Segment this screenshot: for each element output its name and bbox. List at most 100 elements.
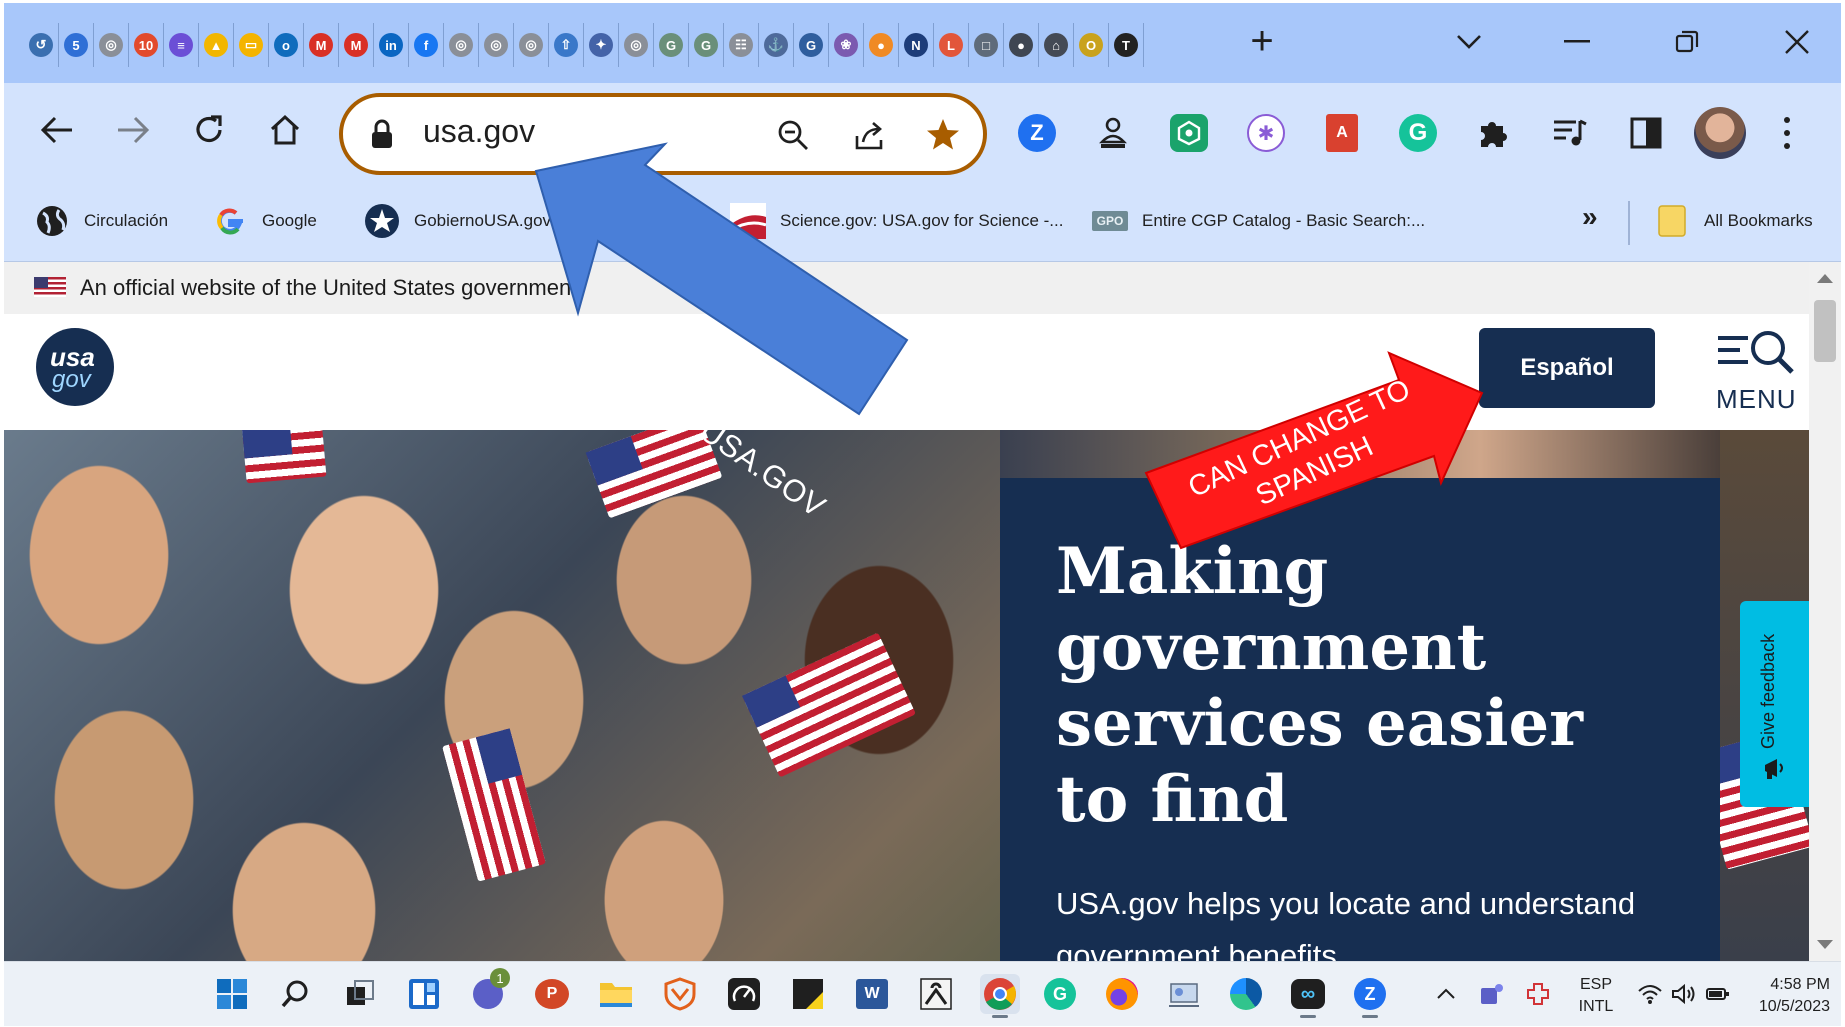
close-window-button[interactable] bbox=[1772, 17, 1822, 67]
reload-button[interactable] bbox=[184, 105, 234, 155]
espanol-button[interactable]: Español bbox=[1479, 328, 1655, 408]
pdf-extension-button[interactable]: A bbox=[1320, 111, 1364, 155]
clock[interactable]: 4:58 PM 10/5/2023 bbox=[1744, 974, 1830, 1018]
cloud-tray-button[interactable] bbox=[1518, 974, 1558, 1014]
reading-list-icon bbox=[1554, 119, 1587, 146]
pinned-tab[interactable]: N bbox=[899, 23, 934, 67]
bookmark-google[interactable]: Google bbox=[212, 201, 317, 241]
bookmark-cgp-catalog[interactable]: GPO Entire CGP Catalog - Basic Search:..… bbox=[1092, 201, 1425, 241]
reader-app-button[interactable] bbox=[916, 974, 956, 1014]
bookmark-gobiernousa[interactable]: GobiernoUSA.gov bbox=[364, 201, 551, 241]
powerpoint-button[interactable]: P bbox=[532, 974, 572, 1014]
puzzle-circle-extension-button[interactable]: ✱ bbox=[1244, 111, 1288, 155]
restore-button[interactable] bbox=[1662, 17, 1712, 67]
browser-menu-button[interactable] bbox=[1772, 105, 1802, 161]
kiosk-app-button[interactable] bbox=[1164, 974, 1204, 1014]
pinned-tab[interactable]: ⚓ bbox=[759, 23, 794, 67]
tab-search-button[interactable] bbox=[1444, 17, 1494, 67]
reading-list-button[interactable] bbox=[1548, 111, 1592, 155]
pinned-tab[interactable]: ◎ bbox=[619, 23, 654, 67]
pinned-tab[interactable]: ☷ bbox=[724, 23, 759, 67]
scroll-up-arrow-icon[interactable] bbox=[1817, 274, 1833, 283]
give-feedback-tab[interactable]: Give feedback bbox=[1740, 601, 1809, 807]
pinned-tab[interactable]: ⌂ bbox=[1039, 23, 1074, 67]
pinned-tab[interactable]: 5 bbox=[59, 23, 94, 67]
pinned-tab[interactable]: ⇧ bbox=[549, 23, 584, 67]
sticky-notes-button[interactable] bbox=[788, 974, 828, 1014]
pinned-tab[interactable]: ▭ bbox=[234, 23, 269, 67]
windows-start-button[interactable] bbox=[212, 974, 252, 1014]
zoom-extension-button[interactable]: Z bbox=[1015, 111, 1059, 155]
grammarly-button[interactable]: G bbox=[1040, 974, 1080, 1014]
pinned-tab[interactable]: ◎ bbox=[479, 23, 514, 67]
pinned-tab[interactable]: T bbox=[1109, 23, 1144, 67]
reader-icon bbox=[920, 978, 952, 1010]
task-view-button[interactable] bbox=[340, 974, 380, 1014]
grammarly-extension-button[interactable]: G bbox=[1396, 111, 1440, 155]
restore-icon bbox=[1675, 30, 1699, 53]
pinned-tab[interactable]: O bbox=[1074, 23, 1109, 67]
pinned-tab[interactable]: ● bbox=[864, 23, 899, 67]
speedometer-app-button[interactable] bbox=[724, 974, 764, 1014]
pinned-tab[interactable]: M bbox=[304, 23, 339, 67]
pinned-tab[interactable]: f bbox=[409, 23, 444, 67]
chrome-button[interactable] bbox=[980, 974, 1020, 1018]
side-panel-button[interactable] bbox=[1624, 111, 1668, 155]
url-text[interactable]: usa.gov bbox=[423, 113, 535, 150]
pinned-tab[interactable]: ● bbox=[1004, 23, 1039, 67]
shield-app-button[interactable] bbox=[660, 974, 700, 1014]
pinned-tab[interactable]: ▲ bbox=[199, 23, 234, 67]
share-button[interactable] bbox=[848, 113, 892, 157]
zoom-app-button[interactable]: Z bbox=[1350, 974, 1390, 1018]
edge-button[interactable] bbox=[1226, 974, 1266, 1014]
copilot-button[interactable]: ∞ bbox=[1288, 974, 1328, 1018]
pinned-tab[interactable]: ≡ bbox=[164, 23, 199, 67]
scroll-down-arrow-icon[interactable] bbox=[1817, 940, 1833, 949]
bookmark-star-button[interactable] bbox=[921, 113, 965, 157]
profile-avatar[interactable] bbox=[1694, 107, 1746, 159]
pinned-tab[interactable]: L bbox=[934, 23, 969, 67]
word-button[interactable]: W bbox=[852, 974, 892, 1014]
pinned-tab[interactable]: G bbox=[794, 23, 829, 67]
bookmark-circulacion[interactable]: Circulación bbox=[34, 201, 168, 241]
pinned-tab[interactable]: ❀ bbox=[829, 23, 864, 67]
pinned-tab[interactable]: M bbox=[339, 23, 374, 67]
minimize-button[interactable] bbox=[1552, 17, 1602, 67]
bookmarks-overflow-button[interactable]: » bbox=[1582, 201, 1598, 233]
teams-chat-button[interactable]: 1 bbox=[468, 968, 510, 1014]
pinned-tab[interactable]: ↺ bbox=[24, 23, 59, 67]
firefox-button[interactable] bbox=[1102, 974, 1142, 1014]
pinned-tab[interactable]: ✦ bbox=[584, 23, 619, 67]
pinned-tab[interactable]: o bbox=[269, 23, 304, 67]
home-button[interactable] bbox=[260, 105, 310, 155]
forward-button[interactable] bbox=[108, 105, 158, 155]
pinned-tab[interactable]: G bbox=[689, 23, 724, 67]
page-scrollbar[interactable] bbox=[1809, 262, 1841, 961]
file-explorer-button[interactable] bbox=[596, 974, 636, 1014]
hexagon-extension-button[interactable] bbox=[1167, 111, 1211, 155]
pinned-tab[interactable]: ◎ bbox=[444, 23, 479, 67]
pinned-tab[interactable]: □ bbox=[969, 23, 1004, 67]
scroll-thumb[interactable] bbox=[1814, 300, 1836, 362]
pinned-tab[interactable]: G bbox=[654, 23, 689, 67]
pinned-tab[interactable]: ◎ bbox=[94, 23, 129, 67]
pinned-tab[interactable]: 10 bbox=[129, 23, 164, 67]
battery-button[interactable] bbox=[1698, 974, 1738, 1014]
tray-overflow-button[interactable] bbox=[1426, 974, 1466, 1014]
person-extension-button[interactable] bbox=[1091, 111, 1135, 155]
zoom-out-button[interactable] bbox=[771, 113, 815, 157]
widgets-button[interactable] bbox=[404, 974, 444, 1014]
all-bookmarks-button[interactable]: All Bookmarks bbox=[1654, 201, 1813, 241]
back-button[interactable] bbox=[32, 105, 82, 155]
usagov-logo[interactable]: usa gov bbox=[36, 328, 114, 406]
new-tab-button[interactable]: + bbox=[1240, 21, 1284, 65]
address-bar[interactable]: usa.gov bbox=[339, 93, 987, 175]
taskbar-search-button[interactable] bbox=[276, 974, 316, 1014]
menu-button[interactable]: MENU bbox=[1714, 328, 1804, 414]
teams-tray-button[interactable] bbox=[1472, 974, 1512, 1014]
input-language-indicator[interactable]: ESP INTL bbox=[1576, 974, 1616, 1018]
extensions-button[interactable] bbox=[1472, 111, 1516, 155]
pinned-tab[interactable]: in bbox=[374, 23, 409, 67]
bookmark-science-gov[interactable]: Science.gov: USA.gov for Science -... bbox=[730, 201, 1063, 241]
pinned-tab[interactable]: ◎ bbox=[514, 23, 549, 67]
